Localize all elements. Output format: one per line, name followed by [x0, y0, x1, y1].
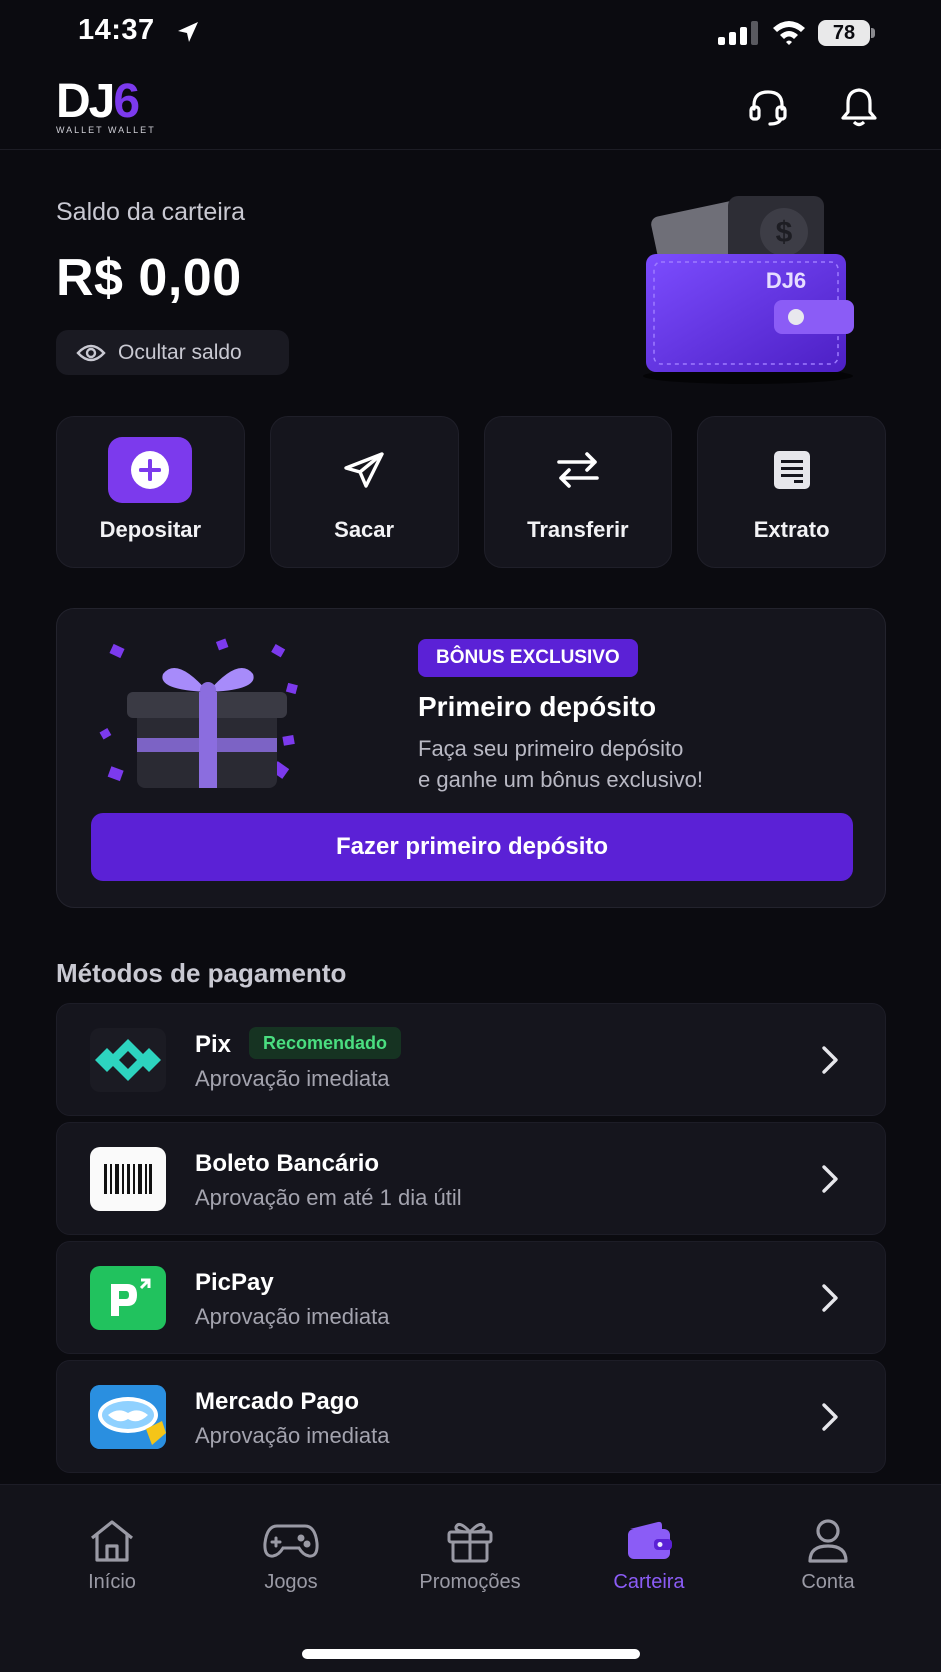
- support-button[interactable]: [743, 82, 793, 132]
- payment-methods-list: Pix Recomendado Aprovação imediata Bolet…: [56, 1003, 886, 1479]
- barcode-icon: [90, 1147, 166, 1211]
- nav-label: Promoções: [419, 1571, 521, 1593]
- eye-icon: [76, 344, 106, 361]
- payment-name: Mercado Pago: [195, 1388, 360, 1415]
- action-withdraw-button[interactable]: Sacar: [269, 416, 459, 568]
- balance-label: Saldo da carteira: [56, 198, 246, 226]
- wallet-illustration: $ DJ6: [643, 196, 854, 384]
- transfer-icon: [557, 452, 599, 488]
- logo-subtitle: WALLET WALLET: [56, 125, 156, 135]
- wallet-screen: 14:37 78 DJ6 WALLET WALLET Saldo da cart…: [0, 0, 941, 1672]
- nav-item-wallet[interactable]: Carteira: [579, 1517, 719, 1594]
- gamepad-icon: [263, 1524, 319, 1558]
- nav-item-home[interactable]: Início: [42, 1517, 182, 1594]
- payment-method-mercado-pago[interactable]: Mercado Pago Aprovação imediata: [56, 1360, 886, 1473]
- status-bar: 14:37 78: [0, 0, 941, 66]
- payment-name: PicPay: [195, 1269, 274, 1296]
- chevron-right-icon: [822, 1046, 838, 1074]
- first-deposit-button[interactable]: Fazer primeiro depósito: [91, 813, 853, 881]
- bonus-badge: BÔNUS EXCLUSIVO: [418, 639, 638, 677]
- payment-method-boleto[interactable]: Boleto Bancário Aprovação em até 1 dia ú…: [56, 1122, 886, 1235]
- promo-title: Primeiro depósito: [418, 691, 657, 722]
- location-arrow-icon: [178, 22, 198, 42]
- payment-method-pix[interactable]: Pix Recomendado Aprovação imediata: [56, 1003, 886, 1116]
- action-statement-button[interactable]: Extrato: [697, 416, 886, 568]
- app-header: DJ6 WALLET WALLET: [0, 66, 941, 150]
- nav-item-promotions[interactable]: Promoções: [400, 1517, 540, 1594]
- action-deposit-button[interactable]: Depositar: [56, 416, 245, 568]
- payment-subtitle: Aprovação imediata: [195, 1423, 390, 1448]
- action-label: Depositar: [99, 517, 202, 542]
- action-label: Transferir: [527, 517, 629, 542]
- payment-subtitle: Aprovação imediata: [195, 1304, 390, 1329]
- payment-subtitle: Aprovação imediata: [195, 1066, 390, 1091]
- app-logo[interactable]: DJ6 WALLET WALLET: [56, 78, 186, 136]
- user-icon: [808, 1519, 848, 1563]
- quick-actions: Depositar Sacar Transferir Extrato: [56, 416, 886, 568]
- cellular-signal-icon: [718, 21, 758, 45]
- nav-item-games[interactable]: Jogos: [221, 1517, 361, 1594]
- recommended-badge: Recomendado: [249, 1027, 402, 1059]
- payment-name: Boleto Bancário: [195, 1150, 380, 1177]
- payment-method-picpay[interactable]: PicPay Aprovação imediata: [56, 1241, 886, 1354]
- gift-icon: [447, 1522, 493, 1563]
- payment-name: Pix: [195, 1031, 232, 1058]
- hide-balance-label: Ocultar saldo: [118, 340, 242, 364]
- nav-label: Jogos: [264, 1571, 318, 1593]
- payment-methods-title: Métodos de pagamento: [56, 958, 347, 988]
- pix-icon: [90, 1028, 166, 1092]
- nav-label: Carteira: [613, 1571, 685, 1593]
- battery-icon: 78: [818, 20, 875, 46]
- status-time: 14:37: [78, 14, 155, 46]
- nav-label: Conta: [801, 1571, 855, 1593]
- action-transfer-button[interactable]: Transferir: [483, 416, 673, 568]
- home-icon: [91, 1520, 133, 1562]
- plus-icon: [131, 451, 170, 489]
- chevron-right-icon: [822, 1165, 838, 1193]
- headset-icon: [749, 90, 787, 126]
- wifi-icon: [773, 21, 805, 45]
- nav-item-account[interactable]: Conta: [758, 1517, 898, 1594]
- promo-description: Faça seu primeiro depósito e ganhe um bô…: [418, 736, 703, 792]
- wallet-brand-text: DJ6: [766, 268, 806, 293]
- picpay-icon: [90, 1266, 166, 1330]
- gift-box-illustration: [99, 638, 298, 788]
- mercadopago-icon: [90, 1385, 166, 1449]
- wallet-icon: [628, 1521, 672, 1559]
- home-indicator: [302, 1649, 640, 1659]
- chevron-right-icon: [822, 1284, 838, 1312]
- send-icon: [344, 452, 384, 488]
- chevron-right-icon: [822, 1403, 838, 1431]
- first-deposit-promo-card: BÔNUS EXCLUSIVO Primeiro depósito Faça s…: [56, 608, 886, 908]
- battery-level: 78: [818, 20, 870, 46]
- bell-icon: [841, 88, 877, 127]
- action-label: Sacar: [334, 517, 395, 542]
- payment-subtitle: Aprovação em até 1 dia útil: [195, 1185, 462, 1210]
- notifications-button[interactable]: [834, 82, 884, 132]
- svg-text:$: $: [776, 216, 793, 249]
- action-label: Extrato: [753, 517, 830, 542]
- balance-value: R$ 0,00: [56, 249, 242, 307]
- nav-label: Início: [88, 1571, 136, 1593]
- hide-balance-button[interactable]: Ocultar saldo: [56, 330, 289, 375]
- bottom-nav: Início Jogos Promoções Carteira Conta: [0, 1484, 941, 1672]
- statement-icon: [773, 451, 810, 489]
